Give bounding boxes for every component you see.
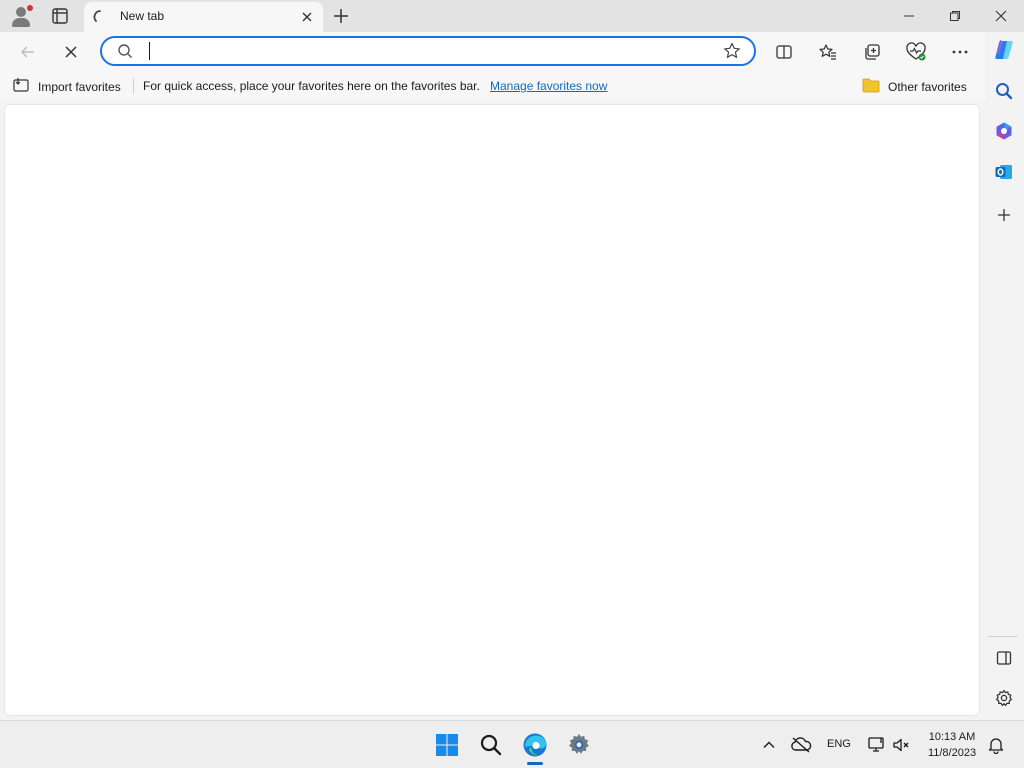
- taskbar-search-icon[interactable]: [475, 729, 507, 761]
- active-app-indicator: [527, 762, 543, 765]
- text-caret: [149, 42, 150, 60]
- browser-essentials-icon[interactable]: [902, 38, 930, 66]
- edge-sidebar: [985, 32, 1024, 720]
- back-icon[interactable]: [14, 38, 42, 66]
- language-indicator[interactable]: ENG: [827, 738, 851, 750]
- hide-sidebar-icon[interactable]: [990, 644, 1018, 672]
- clock-date: 11/8/2023: [927, 747, 977, 759]
- new-tab-icon[interactable]: [330, 5, 352, 27]
- folder-icon: [862, 77, 880, 96]
- outlook-icon[interactable]: [990, 158, 1018, 186]
- windows-start-icon[interactable]: [431, 729, 463, 761]
- import-favorites-label: Import favorites: [38, 79, 121, 94]
- minimize-icon[interactable]: [886, 0, 932, 32]
- onedrive-icon[interactable]: [785, 729, 817, 761]
- collections-icon[interactable]: [858, 38, 886, 66]
- close-icon[interactable]: [298, 8, 316, 26]
- import-icon: [12, 77, 30, 96]
- copilot-icon[interactable]: [990, 36, 1018, 64]
- tab-actions-icon[interactable]: [48, 5, 72, 27]
- favorites-icon[interactable]: [814, 38, 842, 66]
- title-bar: New tab: [0, 0, 1024, 32]
- more-icon[interactable]: [946, 38, 974, 66]
- favorites-bar-message: For quick access, place your favorites h…: [143, 79, 480, 93]
- taskbar: ENG 10:13 AM 11/8/2023: [0, 720, 1024, 768]
- page-content[interactable]: [4, 104, 980, 716]
- clock[interactable]: 10:13 AM 11/8/2023: [918, 729, 986, 761]
- favorites-bar: Import favorites For quick access, place…: [0, 72, 985, 100]
- manage-favorites-link[interactable]: Manage favorites now: [490, 79, 607, 93]
- clock-time: 10:13 AM: [928, 731, 976, 743]
- toolbar: [0, 32, 985, 90]
- search-icon: [116, 42, 134, 65]
- other-favorites-button[interactable]: Other favorites: [862, 77, 967, 96]
- favorite-star-icon[interactable]: [722, 41, 742, 66]
- split-screen-icon[interactable]: [770, 38, 798, 66]
- address-input[interactable]: [148, 42, 708, 60]
- sidebar-search-icon[interactable]: [990, 77, 1018, 105]
- sidebar-divider: [988, 636, 1018, 637]
- import-favorites-button[interactable]: Import favorites: [12, 77, 121, 96]
- microsoft365-icon[interactable]: [990, 117, 1018, 145]
- profile-icon[interactable]: [10, 5, 34, 27]
- settings-icon[interactable]: [990, 684, 1018, 712]
- loading-icon: [92, 9, 108, 30]
- notification-bell-icon[interactable]: [980, 729, 1012, 761]
- taskbar-settings-icon[interactable]: [563, 729, 595, 761]
- chevron-up-icon[interactable]: [753, 729, 785, 761]
- window-close-icon[interactable]: [978, 0, 1024, 32]
- other-favorites-label: Other favorites: [888, 79, 967, 94]
- restore-icon[interactable]: [932, 0, 978, 32]
- stop-icon[interactable]: [57, 38, 85, 66]
- favorites-divider: [133, 78, 134, 94]
- tab-title: New tab: [120, 9, 165, 23]
- volume-icon[interactable]: [886, 729, 918, 761]
- edge-icon[interactable]: [519, 729, 551, 761]
- add-icon[interactable]: [990, 201, 1018, 229]
- tab-new-tab[interactable]: New tab: [84, 2, 323, 32]
- address-bar[interactable]: [100, 36, 756, 66]
